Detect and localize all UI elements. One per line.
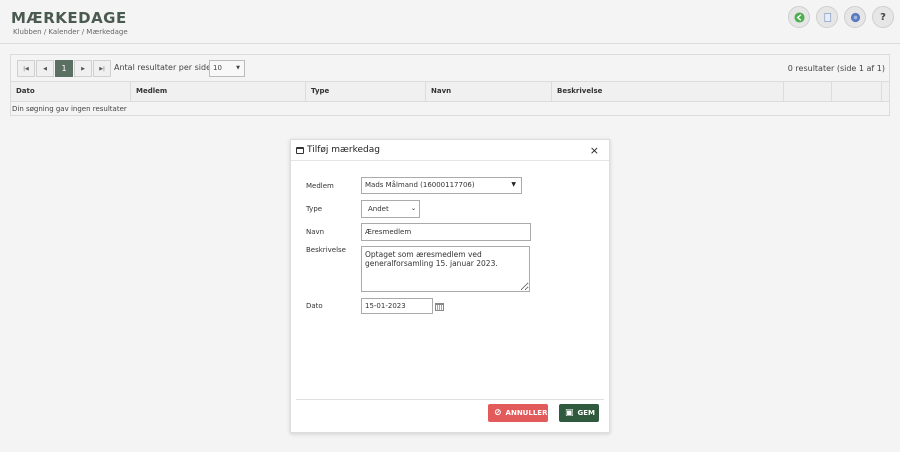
type-value: Andet [368, 205, 389, 213]
navn-label: Navn [306, 228, 325, 236]
per-page-label: Antal resultater per side [114, 63, 211, 72]
per-page-select[interactable]: 10 ▼ [209, 60, 245, 77]
type-select[interactable]: Andet ⌄ [361, 200, 420, 218]
info-icon [850, 12, 860, 22]
column-beskrivelse[interactable]: Beskrivelse [552, 82, 784, 101]
type-label: Type [306, 205, 323, 213]
prev-page-icon: ◀ [43, 65, 47, 72]
page-header: MÆRKEDAGE Klubben / Kalender / Mærkedage… [0, 0, 900, 44]
calendar-icon[interactable] [435, 303, 444, 311]
dialog-title: Tilføj mærkedag [307, 145, 380, 155]
add-maerkedag-dialog: Tilføj mærkedag × Medlem Mads Målmand (1… [290, 139, 610, 433]
medlem-value: Mads Målmand (16000117706) [365, 181, 475, 189]
cancel-icon: ⊘ [494, 408, 502, 418]
help-button[interactable]: ? [872, 6, 894, 28]
per-page-value: 10 [213, 64, 222, 72]
column-action-1 [784, 82, 832, 101]
last-page-button[interactable]: ▶| [93, 60, 111, 77]
table-header: Dato Medlem Type Navn Beskrivelse [11, 81, 889, 102]
cancel-button[interactable]: ⊘ ANNULLER [488, 404, 548, 422]
first-page-icon: |◀ [23, 65, 29, 72]
column-type[interactable]: Type [306, 82, 426, 101]
dialog-header: Tilføj mærkedag × [291, 140, 609, 161]
result-count: 0 resultater (side 1 af 1) [787, 64, 885, 73]
chevron-down-icon: ▼ [236, 65, 240, 71]
page-1-button[interactable]: 1 [55, 60, 73, 77]
chevron-down-icon: ⌄ [410, 205, 416, 212]
medlem-label: Medlem [306, 182, 334, 190]
medlem-select[interactable]: Mads Målmand (16000117706) ▼ [361, 177, 522, 194]
breadcrumb[interactable]: Klubben / Kalender / Mærkedage [13, 28, 128, 36]
dato-label: Dato [306, 302, 323, 310]
prev-page-button[interactable]: ◀ [36, 60, 54, 77]
cancel-label: ANNULLER [505, 409, 548, 417]
arrow-left-icon [793, 11, 805, 23]
document-icon [823, 12, 831, 22]
empty-message: Din søgning gav ingen resultater [12, 105, 127, 113]
calendar-icon [296, 147, 304, 154]
document-button[interactable] [816, 6, 838, 28]
close-button[interactable]: × [590, 144, 599, 157]
back-button[interactable] [788, 6, 810, 28]
beskrivelse-textarea[interactable]: Optaget som æresmedlem ved generalforsam… [361, 246, 530, 292]
save-label: GEM [577, 409, 596, 417]
first-page-button[interactable]: |◀ [17, 60, 35, 77]
info-button[interactable] [844, 6, 866, 28]
last-page-icon: ▶| [99, 65, 105, 72]
save-icon: ▣ [565, 408, 574, 418]
navn-input[interactable] [361, 223, 531, 241]
column-navn[interactable]: Navn [426, 82, 552, 101]
column-dato[interactable]: Dato [11, 82, 131, 101]
chevron-down-icon: ▼ [511, 181, 516, 188]
pager: |◀ ◀ 1 ▶ ▶| [17, 60, 112, 77]
header-actions: ? [788, 6, 894, 28]
column-action-2 [832, 82, 882, 101]
next-page-icon: ▶ [81, 65, 85, 72]
save-button[interactable]: ▣ GEM [559, 404, 599, 422]
close-icon: × [589, 144, 599, 157]
column-medlem[interactable]: Medlem [131, 82, 306, 101]
next-page-button[interactable]: ▶ [74, 60, 92, 77]
dialog-footer-divider [296, 399, 604, 400]
dato-input[interactable] [361, 298, 433, 314]
results-panel: |◀ ◀ 1 ▶ ▶| Antal resultater per side 10… [10, 54, 890, 116]
page-title: MÆRKEDAGE [11, 9, 127, 27]
beskrivelse-label: Beskrivelse [306, 246, 346, 254]
